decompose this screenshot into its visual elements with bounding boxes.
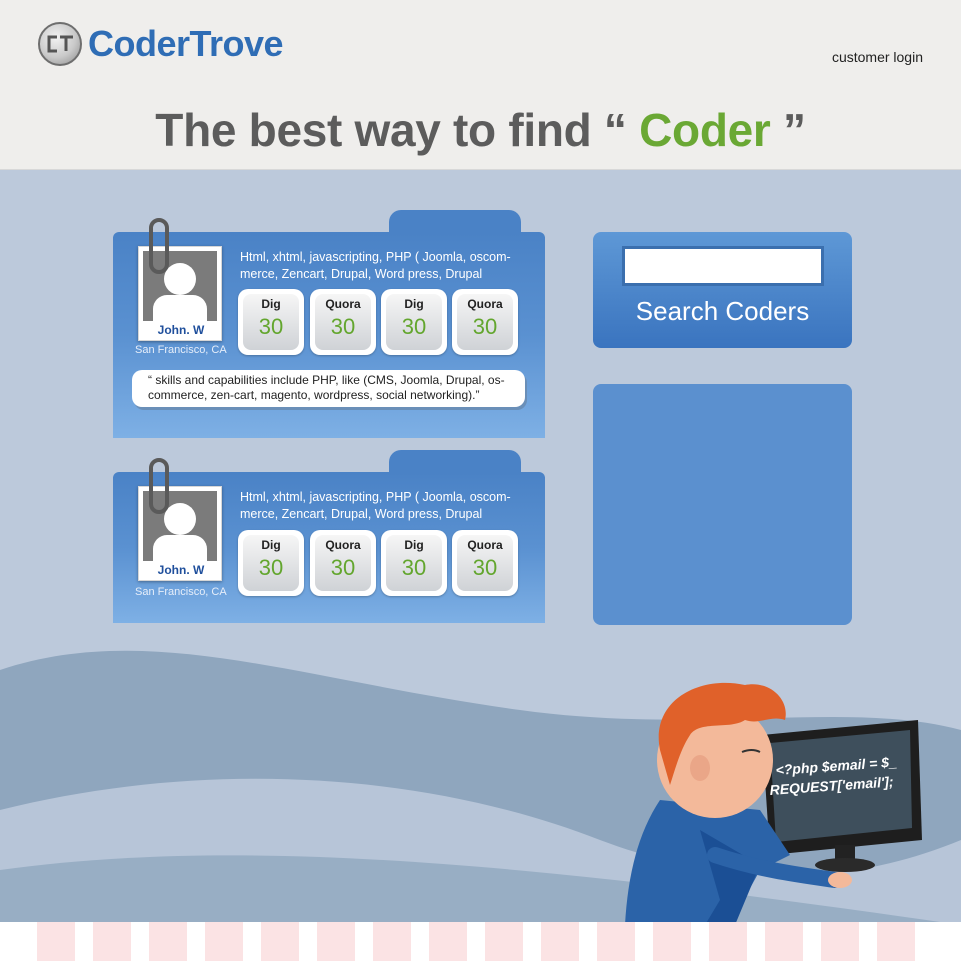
coder-card[interactable]: John. W San Francisco, CA Html, xhtml, j… — [113, 210, 545, 438]
stat-label: Quora — [325, 538, 361, 552]
skills-line: merce, Zencart, Drupal, Word press, Drup… — [240, 507, 483, 521]
stat-value: 30 — [472, 314, 498, 339]
coder-location: San Francisco, CA — [135, 344, 227, 356]
logo-text: CoderTrove — [88, 23, 284, 64]
stat-label: Dig — [404, 538, 424, 552]
stat-badge: Dig 30 — [381, 289, 447, 355]
search-coders-button[interactable]: Search Coders — [593, 296, 852, 327]
coder-skills: Html, xhtml, javascripting, PHP ( Joomla… — [240, 249, 530, 283]
logo[interactable]: CoderTrove — [38, 22, 284, 66]
stat-value: 30 — [472, 555, 498, 580]
hero-accent-word: Coder — [639, 104, 771, 156]
side-panel — [593, 384, 852, 625]
coder-location: San Francisco, CA — [135, 586, 227, 598]
stat-badge: Quora 30 — [310, 530, 376, 596]
coder-name: John. W — [157, 563, 205, 577]
skills-line: Html, xhtml, javascripting, PHP ( Joomla… — [240, 490, 511, 504]
stat-badge: Dig 30 — [238, 289, 304, 355]
stat-value: 30 — [330, 555, 356, 580]
skills-line: merce, Zencart, Drupal, Word press, Drup… — [240, 267, 483, 281]
customer-login-link[interactable]: customer login — [832, 49, 923, 65]
codertrove-logo-icon — [38, 22, 82, 66]
stat-badge: Quora 30 — [452, 289, 518, 355]
stat-label: Quora — [467, 538, 503, 552]
stat-label: Dig — [404, 297, 424, 311]
header: CoderTrove customer login The best way t… — [0, 0, 961, 170]
stat-label: Dig — [261, 297, 281, 311]
stat-badge: Dig 30 — [238, 530, 304, 596]
stat-value: 30 — [401, 314, 427, 339]
card-body: John. W San Francisco, CA Html, xhtml, j… — [113, 458, 545, 623]
quote-line: “ skills and capabilities include PHP, l… — [148, 373, 505, 387]
search-panel: Search Coders — [593, 232, 852, 348]
coder-card[interactable]: John. W San Francisco, CA Html, xhtml, j… — [113, 450, 545, 623]
hero-close-quote: ” — [783, 104, 806, 156]
stat-badge: Quora 30 — [310, 289, 376, 355]
search-input[interactable] — [622, 246, 824, 286]
card-body: John. W San Francisco, CA Html, xhtml, j… — [113, 218, 545, 438]
stat-label: Quora — [325, 297, 361, 311]
stat-value: 30 — [401, 555, 427, 580]
coder-illustration: <?php $email = $_ REQUEST['email']; — [0, 650, 961, 925]
stat-value: 30 — [330, 314, 356, 339]
stat-label: Dig — [261, 538, 281, 552]
skills-line: Html, xhtml, javascripting, PHP ( Joomla… — [240, 250, 511, 264]
coder-quote: “ skills and capabilities include PHP, l… — [132, 370, 525, 407]
paperclip-icon — [149, 218, 169, 274]
stat-value: 30 — [258, 314, 284, 339]
coder-name: John. W — [157, 323, 205, 337]
coder-skills: Html, xhtml, javascripting, PHP ( Joomla… — [240, 489, 530, 523]
hero-open-quote: “ — [603, 104, 627, 156]
quote-line: commerce, zen-cart, magento, wordpress, … — [148, 388, 480, 402]
hero-headline: The best way to find “ Coder ” — [0, 103, 961, 157]
stat-value: 30 — [258, 555, 284, 580]
hero-prefix: The best way to find — [155, 104, 592, 156]
paperclip-icon — [149, 458, 169, 514]
stat-badge: Dig 30 — [381, 530, 447, 596]
stat-badge: Quora 30 — [452, 530, 518, 596]
stat-label: Quora — [467, 297, 503, 311]
footer-stripes — [0, 922, 961, 961]
